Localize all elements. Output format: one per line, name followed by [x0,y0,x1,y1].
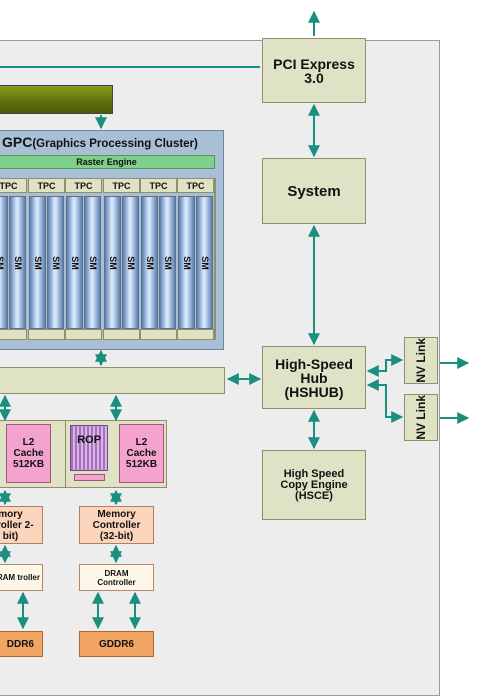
hshub-nvlink2-arrow [366,379,404,423]
hshub-nvlink1-arrow [366,354,404,377]
connector-arrows [0,10,470,630]
